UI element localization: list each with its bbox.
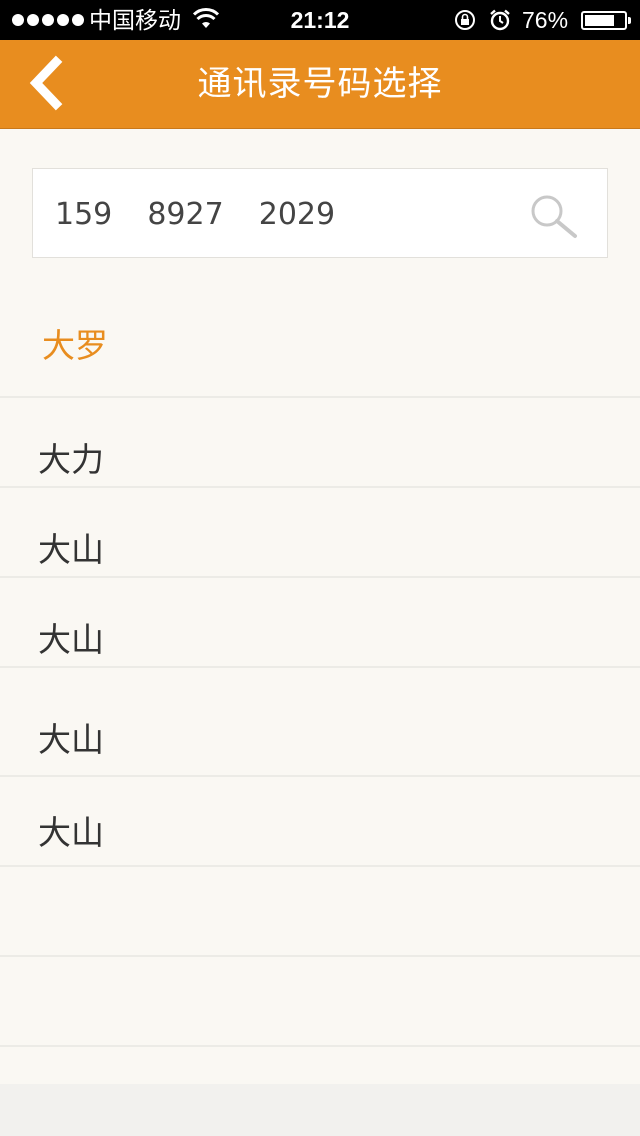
bottom-bar (0, 1084, 640, 1136)
list-item[interactable]: 大山 (0, 488, 640, 578)
contact-name: 大山 (38, 813, 104, 852)
list-item[interactable]: 大山 (0, 578, 640, 668)
list-item-empty (0, 867, 640, 957)
battery-percentage: 76% (522, 7, 569, 33)
alarm-icon (490, 9, 510, 31)
list-item-empty (0, 957, 640, 1047)
search-icon[interactable] (527, 193, 583, 239)
page-title: 通讯录号码选择 (197, 64, 443, 104)
navigation-bar: 通讯录号码选择 (0, 40, 640, 129)
list-item[interactable]: 大山 (0, 668, 640, 777)
list-item[interactable]: 大罗 (0, 300, 640, 398)
contact-name: 大力 (38, 440, 104, 479)
status-bar: 中国移动 21:12 76% (0, 0, 640, 40)
rotation-lock-icon (455, 10, 475, 30)
search-input[interactable] (55, 189, 515, 239)
search-box (32, 168, 608, 258)
battery-icon (581, 11, 631, 30)
contact-name: 大罗 (42, 326, 108, 365)
list-item[interactable]: 大力 (0, 398, 640, 488)
contact-name: 大山 (38, 620, 104, 659)
contact-name: 大山 (38, 530, 104, 569)
contact-name: 大山 (38, 720, 104, 759)
list-item[interactable]: 大山 (0, 777, 640, 867)
